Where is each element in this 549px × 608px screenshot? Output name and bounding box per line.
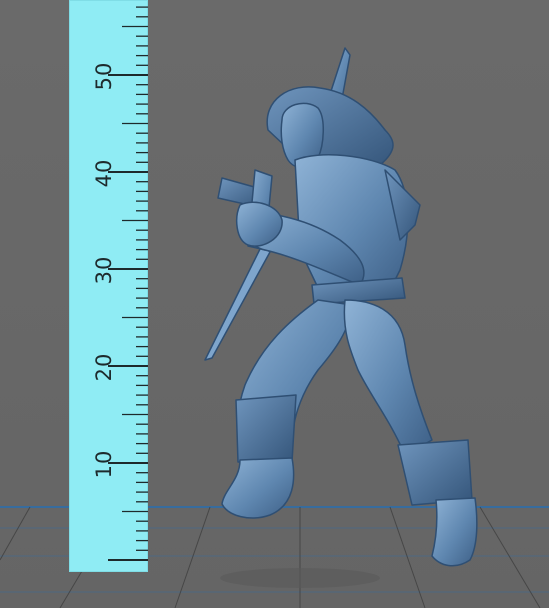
- left-boot: [221, 457, 295, 519]
- right-boot: [431, 497, 478, 567]
- right-legging-fringe: [397, 439, 473, 506]
- miniature-warrior-figure[interactable]: [0, 0, 549, 608]
- dagger-blade: [204, 244, 271, 361]
- right-leg: [343, 299, 433, 456]
- 3d-viewport[interactable]: 10 20 30 40 50: [0, 0, 549, 608]
- left-legging-fringe: [235, 394, 297, 463]
